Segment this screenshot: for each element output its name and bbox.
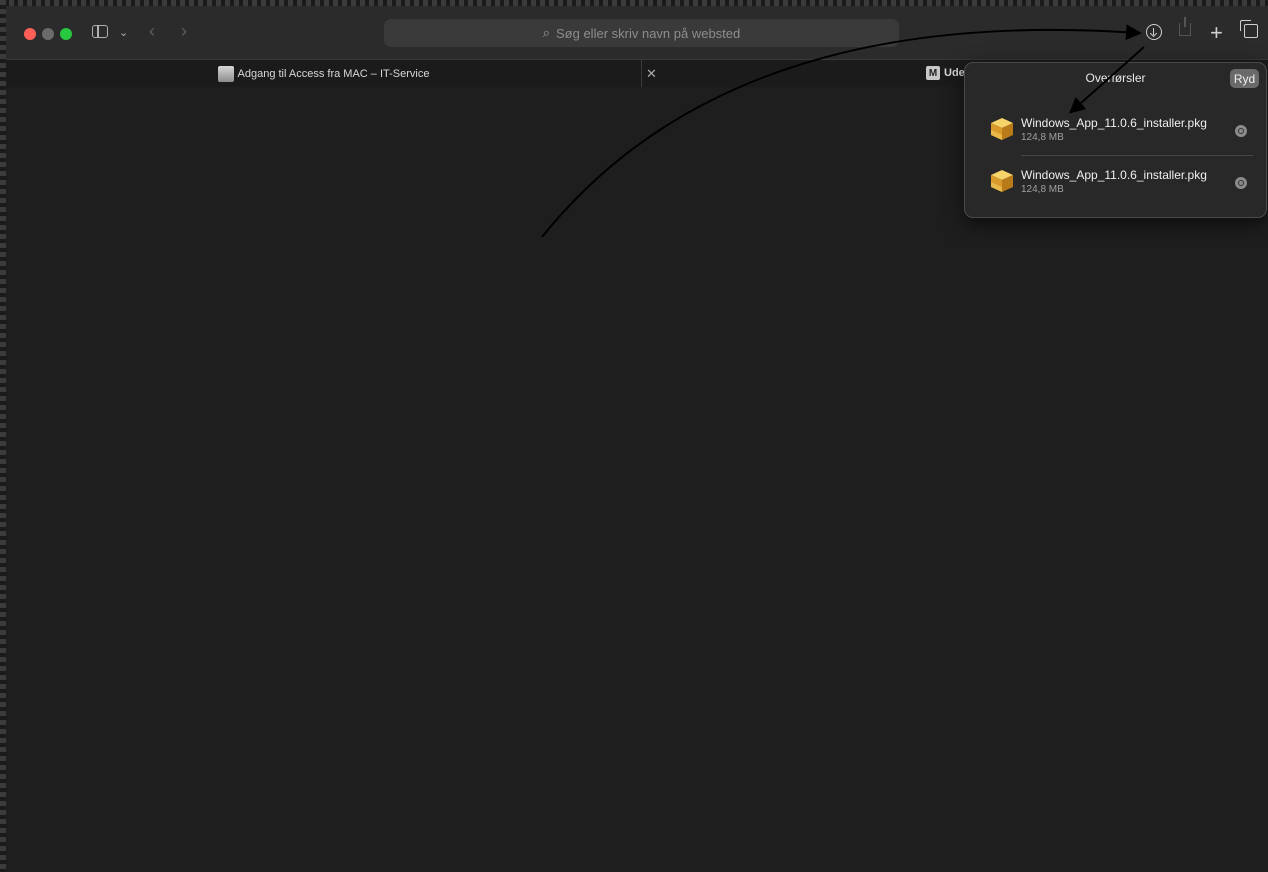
download-filename: Windows_App_11.0.6_installer.pkg [1021,168,1207,182]
tab-favicon [217,66,234,82]
sidebar-icon[interactable] [92,25,108,38]
downloads-title: Overførsler [1085,71,1146,85]
search-icon: ⌕ [542,25,550,40]
tab-second[interactable]: M Ude [926,66,965,80]
download-filename: Windows_App_11.0.6_installer.pkg [1021,116,1207,130]
download-item[interactable]: Windows_App_11.0.6_installer.pkg 124,8 M… [987,162,1257,202]
address-placeholder: Søg eller skriv navn på websted [556,25,741,41]
forward-icon[interactable]: › [181,22,187,40]
download-item[interactable]: Windows_App_11.0.6_installer.pkg 124,8 M… [987,110,1257,150]
magnifier-icon[interactable] [1235,125,1247,137]
divider [1021,155,1253,156]
minimize-window-button[interactable] [42,28,54,40]
clear-downloads-button[interactable]: Ryd [1230,69,1259,88]
tab-title: Ude [944,67,965,79]
downloads-popover: Overførsler Ryd Windows_App_11.0.6_insta… [964,62,1267,218]
package-icon [991,170,1013,192]
magnifier-icon[interactable] [1235,177,1247,189]
back-icon[interactable]: ‹ [149,22,155,40]
download-size: 124,8 MB [1021,132,1064,143]
address-bar[interactable]: ⌕ Søg eller skriv navn på websted [384,19,899,47]
share-icon[interactable] [1179,17,1191,36]
browser-toolbar: ⌄ ‹ › ⌕ Søg eller skriv navn på websted … [6,6,1268,59]
plus-icon[interactable]: + [1210,20,1223,46]
package-icon [991,118,1013,140]
close-window-button[interactable] [24,28,36,40]
tab-overview-icon[interactable] [1240,20,1258,38]
download-icon[interactable] [1146,24,1162,40]
close-tab-icon[interactable]: ✕ [646,66,657,82]
tab-favicon: M [926,66,940,80]
tab-active[interactable]: Adgang til Access fra MAC – IT-Service [6,60,642,88]
maximize-window-button[interactable] [60,28,72,40]
tab-title: Adgang til Access fra MAC – IT-Service [237,68,430,80]
download-size: 124,8 MB [1021,184,1064,195]
chevron-down-icon[interactable]: ⌄ [119,25,128,41]
